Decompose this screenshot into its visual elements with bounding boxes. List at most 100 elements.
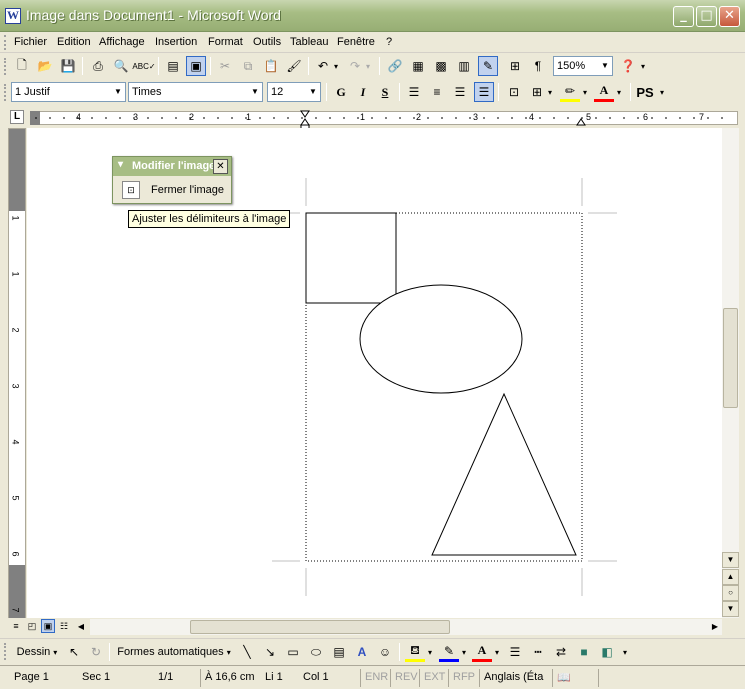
vertical-scrollbar[interactable]: ▼ ▲ ○ ▼ [722, 128, 739, 618]
draw-menu-button[interactable]: Dessin ▾ [14, 642, 60, 662]
browse-object-button[interactable]: ○ [722, 585, 739, 601]
free-rotate-button[interactable]: ↻ [86, 642, 106, 662]
status-language[interactable]: Anglais (Éta [479, 669, 547, 687]
picture-toolbar-close-button[interactable]: ✕ [213, 159, 228, 174]
outline-view-button[interactable]: ☷ [57, 619, 71, 633]
borders-button[interactable]: ⊞ [527, 82, 547, 102]
document-map-button[interactable]: ⊞ [505, 56, 525, 76]
reset-picture-boundary-button[interactable]: ⊡ [122, 181, 140, 199]
columns-button[interactable]: ▥ [454, 56, 474, 76]
font-size-combo[interactable]: 12 ▼ [267, 82, 321, 102]
menu-insertion[interactable]: Insertion [155, 36, 197, 48]
insert-excel-button[interactable]: ▩ [431, 56, 451, 76]
close-picture-button[interactable]: Fermer l'image [151, 184, 224, 196]
menu-help[interactable]: ? [386, 36, 392, 48]
align-right-button[interactable]: ☰ [450, 82, 470, 102]
word-app-icon[interactable] [5, 8, 21, 24]
minimize-button[interactable]: _ [673, 6, 694, 27]
scroll-right-button[interactable]: ▶ [708, 619, 722, 633]
rectangle-tool-button[interactable]: ▭ [283, 642, 303, 662]
insert-hyperlink-button[interactable]: 🔗 [385, 56, 405, 76]
menubar-grip[interactable] [4, 35, 7, 50]
redo-button[interactable]: ↷ [345, 56, 365, 76]
menu-fenetre[interactable]: Fenêtre [337, 36, 375, 48]
cut-button[interactable]: ✂ [215, 56, 235, 76]
fill-color-dropdown[interactable]: ▾ [425, 642, 435, 662]
shadow-button[interactable]: ■ [574, 642, 594, 662]
tables-borders-button[interactable]: ▦ [408, 56, 428, 76]
font-color-dropdown[interactable]: ▾ [614, 82, 624, 102]
bold-button[interactable]: G [331, 82, 351, 102]
maximize-button[interactable]: □ [696, 6, 717, 27]
close-button[interactable]: ✕ [719, 6, 740, 27]
vertical-ruler[interactable]: 1 1 2 3 4 5 6 7 [8, 128, 26, 619]
format-painter-button[interactable]: 🖌 [284, 56, 304, 76]
borders-dropdown[interactable]: ▾ [545, 82, 555, 102]
line-color-button[interactable]: ✎ [439, 642, 459, 662]
undo-dropdown[interactable]: ▾ [331, 56, 341, 76]
web-view-button[interactable]: ◰ [25, 619, 39, 633]
line-style-button[interactable]: ☰ [505, 642, 525, 662]
indent-markers[interactable] [8, 108, 738, 130]
highlight-button[interactable]: ✏ [560, 82, 580, 102]
clip-art-button[interactable]: ☺ [375, 642, 395, 662]
font-color-button[interactable]: A [594, 82, 614, 102]
vertical-scroll-thumb[interactable] [723, 308, 738, 408]
paste-button[interactable]: 📋 [261, 56, 281, 76]
help-button[interactable]: ❓ [618, 56, 638, 76]
copy-button[interactable]: ⧉ [238, 56, 258, 76]
highlight-dropdown[interactable]: ▾ [580, 82, 590, 102]
align-center-button[interactable]: ≡ [427, 82, 447, 102]
spelling-button[interactable]: ABC✓ [132, 56, 155, 76]
text-box-button[interactable]: ▤ [329, 642, 349, 662]
print-button[interactable]: ⎙ [88, 56, 108, 76]
fill-color-button[interactable]: ⛾ [405, 642, 425, 662]
ps-button[interactable]: PS [634, 82, 656, 102]
arrow-style-button[interactable]: ⇄ [551, 642, 571, 662]
print-layout-button[interactable]: ▣ [41, 619, 55, 633]
drawing-button[interactable]: ✎ [478, 56, 498, 76]
style-combo[interactable]: 1 Justif ▼ [11, 82, 126, 102]
print-preview-button[interactable]: 🔍 [111, 56, 131, 76]
font-color-dropdown[interactable]: ▾ [492, 642, 502, 662]
toolbar-grip[interactable] [4, 58, 7, 75]
italic-button[interactable]: I [353, 82, 373, 102]
menu-format[interactable]: Format [208, 36, 243, 48]
toolbar-grip[interactable] [4, 84, 7, 101]
open-button[interactable]: 📂 [35, 56, 55, 76]
save-button[interactable]: 💾 [58, 56, 78, 76]
toolbar-options-button[interactable]: ▾ [657, 82, 667, 102]
new-document-button[interactable]: 🗋 [12, 56, 32, 76]
justify-button[interactable]: ☰ [474, 82, 494, 102]
line-color-dropdown[interactable]: ▾ [459, 642, 469, 662]
line-tool-button[interactable]: ╲ [237, 642, 257, 662]
status-rfp[interactable]: RFP [448, 669, 479, 687]
font-color-button[interactable]: A [472, 642, 492, 662]
scroll-down-button[interactable]: ▼ [722, 552, 739, 568]
status-enr[interactable]: ENR [360, 669, 392, 687]
menu-tableau[interactable]: Tableau [290, 36, 329, 48]
wordart-button[interactable]: A [352, 642, 372, 662]
ellipse-tool-button[interactable]: ⬭ [306, 642, 326, 662]
3d-button[interactable]: ◧ [597, 642, 617, 662]
horizontal-scrollbar[interactable] [90, 619, 722, 635]
select-objects-button[interactable]: ↖ [64, 642, 84, 662]
horizontal-ruler[interactable]: L 4 3 2 1 1 2 3 4 5 6 7 [8, 108, 738, 130]
font-combo[interactable]: Times ▼ [128, 82, 263, 102]
page-view-button[interactable]: ▤ [163, 56, 183, 76]
menu-outils[interactable]: Outils [253, 36, 281, 48]
show-hide-button[interactable]: ¶ [528, 56, 548, 76]
menu-fichier[interactable]: Fichier [14, 36, 47, 48]
menu-affichage[interactable]: Affichage [99, 36, 145, 48]
horizontal-scroll-thumb[interactable] [190, 620, 450, 634]
status-ext[interactable]: EXT [419, 669, 449, 687]
status-rev[interactable]: REV [390, 669, 422, 687]
menu-edition[interactable]: Edition [57, 36, 91, 48]
normal-view-button[interactable]: ≡ [9, 619, 23, 633]
previous-page-button[interactable]: ▲ [722, 569, 739, 585]
toolbar-grip[interactable] [4, 643, 7, 660]
scroll-left-button[interactable]: ◀ [74, 619, 88, 633]
underline-button[interactable]: S [375, 82, 395, 102]
undo-button[interactable]: ↶ [313, 56, 333, 76]
toolbar-options-button[interactable]: ▾ [620, 642, 630, 662]
